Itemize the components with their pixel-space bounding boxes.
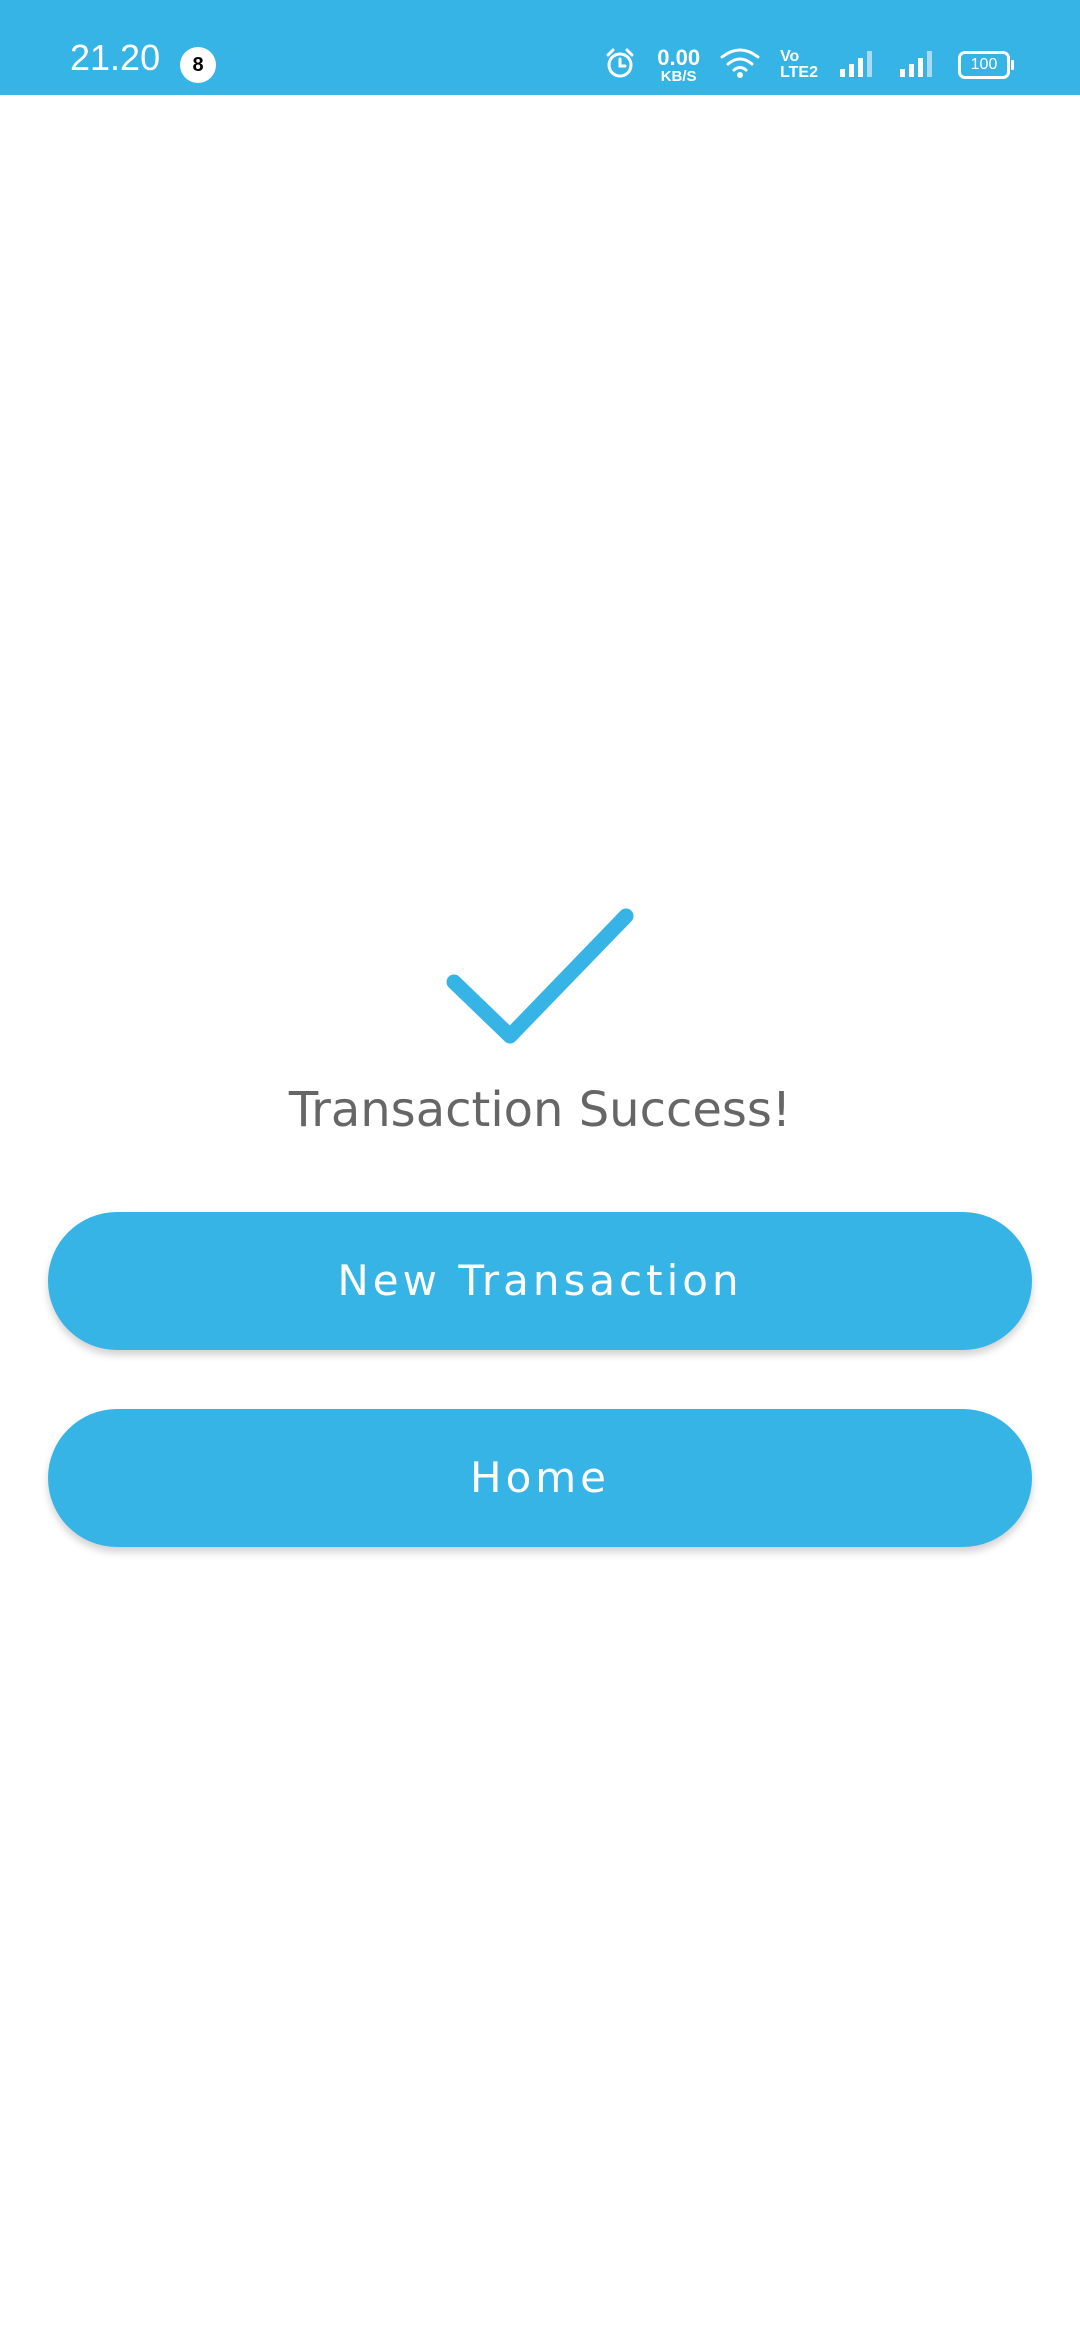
home-button[interactable]: Home — [48, 1409, 1032, 1547]
signal-icon — [838, 47, 878, 83]
volte-top: Vo — [780, 48, 800, 65]
network-speed: 0.00 KB/S — [657, 44, 701, 85]
volte-bottom: LTE2 — [780, 64, 818, 81]
battery-indicator: 100 — [958, 51, 1014, 79]
status-time: 21.20 — [70, 37, 161, 78]
network-speed-value: 0.00 — [657, 44, 701, 70]
status-bar: 21.20 8 0.00 KB/S Vo LTE2 100 — [0, 0, 1080, 95]
network-speed-unit: KB/S — [660, 67, 697, 85]
alarm-icon — [603, 46, 637, 84]
status-icons: 0.00 KB/S Vo LTE2 100 — [603, 44, 1014, 85]
success-title: Transaction Success! — [288, 1082, 792, 1138]
new-transaction-button[interactable]: New Transaction — [48, 1212, 1032, 1350]
signal-icon — [898, 47, 938, 83]
volte-indicator: Vo LTE2 — [780, 49, 818, 81]
checkmark-icon — [440, 900, 640, 1050]
notification-badge: 8 — [180, 47, 216, 83]
wifi-icon — [720, 47, 760, 83]
